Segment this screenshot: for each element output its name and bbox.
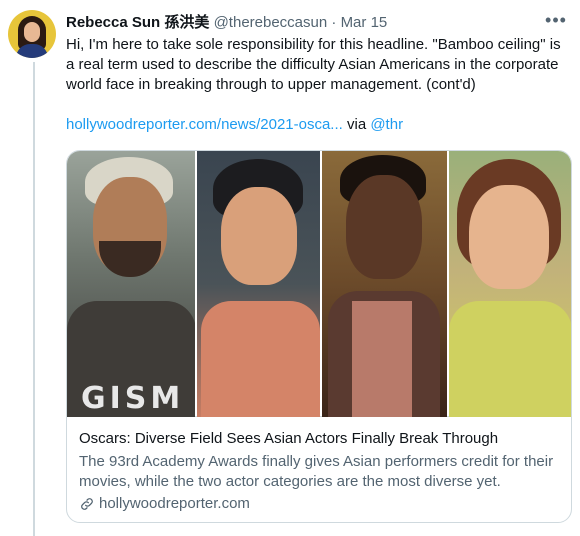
link-preview-card[interactable]: GISM Oscars: Diverse Field Sees Asian Ac… (66, 150, 572, 523)
card-title[interactable]: Oscars: Diverse Field Sees Asian Actors … (79, 429, 559, 449)
thread-line (33, 62, 35, 536)
card-description: The 93rd Academy Awards finally gives As… (79, 453, 554, 490)
avatar[interactable] (8, 10, 56, 58)
via-label: via (342, 116, 371, 133)
shirt-text: GISM (81, 381, 185, 416)
card-domain-text: hollywoodreporter.com (99, 495, 250, 512)
more-horizontal-icon[interactable]: ••• (544, 8, 568, 32)
actor-photo-3 (322, 151, 447, 417)
actor-photo-1: GISM (67, 151, 196, 417)
tweet-header: Rebecca Sun 孫洪美 @therebeccasun · Mar 15 (66, 11, 570, 33)
card-domain[interactable]: hollywoodreporter.com (79, 494, 559, 514)
link-icon (81, 498, 93, 510)
actor-photo-2 (197, 151, 320, 417)
tweet-text: Hi, I'm here to take sole responsibility… (66, 36, 561, 93)
separator-dot: · (331, 14, 337, 31)
actor-photo-4 (448, 151, 571, 417)
user-handle[interactable]: @therebeccasun (214, 14, 328, 31)
tweet-date[interactable]: Mar 15 (341, 14, 388, 31)
display-name-cjk[interactable]: 孫洪美 (164, 14, 209, 31)
card-image[interactable]: GISM (67, 151, 571, 417)
tweet-link-line: hollywoodreporter.com/news/2021-osca... … (66, 115, 403, 135)
card-body: Oscars: Diverse Field Sees Asian Actors … (79, 429, 559, 514)
via-handle[interactable]: @thr (370, 116, 403, 133)
display-name[interactable]: Rebecca Sun (66, 14, 160, 31)
tweet-link[interactable]: hollywoodreporter.com/news/2021-osca... (66, 116, 343, 133)
